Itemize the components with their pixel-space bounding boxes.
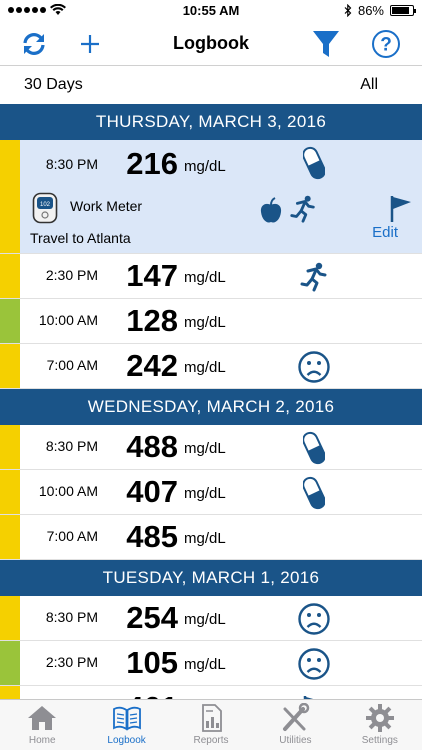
reading-range-indicator [0, 470, 20, 514]
logbook-list[interactable]: THURSDAY, MARCH 3, 2016 8:30 PM 216 mg/dL 10… [0, 104, 422, 699]
filter-icon [313, 31, 339, 57]
entry-time: 10:00 AM [38, 483, 98, 499]
entry-time: 2:30 PM [45, 654, 98, 670]
sad-face-icon [296, 349, 332, 385]
log-entry-row[interactable]: 8:30 PM 254 mg/dL [0, 596, 422, 641]
reading-range-indicator [0, 299, 20, 343]
meter-device-icon: 102 [32, 192, 58, 224]
period-selector[interactable]: 30 Days [24, 76, 83, 94]
log-entry-row[interactable]: 7:00 AM 485 mg/dL [0, 515, 422, 560]
log-entry-row[interactable]: 2:30 PM 147 mg/dL [0, 254, 422, 299]
status-right: 86% [344, 3, 416, 18]
battery-percent: 86% [357, 3, 384, 18]
log-entry-row[interactable]: 8:30 PM 216 mg/dL 102 Work Meter Travel to At… [0, 140, 422, 254]
reading-range-indicator [0, 515, 20, 559]
home-icon [28, 706, 57, 730]
log-entry-row[interactable]: 10:00 AM 407 mg/dL [0, 470, 422, 515]
glucose-value: 254 [126, 600, 178, 635]
day-header: THURSDAY, MARCH 3, 2016 [0, 104, 422, 140]
entry-time: 8:30 PM [45, 609, 98, 625]
tab-settings[interactable]: Settings [338, 700, 422, 750]
svg-text:?: ? [380, 35, 392, 56]
book-icon [112, 706, 141, 731]
tab-settings-label: Settings [361, 735, 398, 746]
glucose-unit: mg/dL [184, 158, 226, 175]
glucose-unit: mg/dL [184, 530, 226, 547]
meter-name: Work Meter [70, 198, 143, 214]
sad-face-icon [296, 646, 332, 682]
svg-text:102: 102 [40, 202, 51, 208]
edit-button[interactable]: Edit [372, 224, 398, 241]
reading-range-indicator [0, 254, 20, 298]
glucose-value: 407 [126, 474, 178, 509]
entry-time: 7:00 AM [46, 528, 98, 544]
battery-icon [390, 5, 416, 16]
help-button[interactable]: ? [368, 26, 404, 62]
filter-row: 30 Days All [0, 66, 422, 104]
day-header: WEDNESDAY, MARCH 2, 2016 [0, 389, 422, 425]
reading-range-indicator [0, 686, 20, 699]
flag-icon [296, 691, 332, 699]
entry-time: 8:30 PM [45, 156, 98, 172]
entry-time: 8:30 PM [45, 438, 98, 454]
status-bar: 10:55 AM 86% [0, 0, 422, 22]
tab-utilities-label: Utilities [279, 735, 312, 746]
log-entry-row[interactable]: 10:00 AM461mg/dL [0, 686, 422, 699]
nav-bar: Logbook ? [0, 22, 422, 66]
report-icon [202, 704, 222, 732]
tab-logbook[interactable]: Logbook [84, 700, 168, 750]
reading-range-indicator [0, 140, 20, 253]
tab-bar: Home Logbook Reports Utilities Settings [0, 699, 422, 750]
tab-reports-label: Reports [193, 735, 229, 746]
glucose-unit: mg/dL [184, 269, 226, 286]
glucose-unit: mg/dL [184, 359, 226, 376]
tools-icon [283, 703, 310, 731]
apple-icon [256, 196, 286, 226]
glucose-unit: mg/dL [184, 485, 226, 502]
glucose-value: 147 [126, 258, 178, 293]
glucose-value: 242 [126, 348, 178, 383]
reading-range-indicator [0, 425, 20, 469]
filter-button[interactable] [308, 26, 344, 62]
log-entry-row[interactable]: 7:00 AM 242 mg/dL [0, 344, 422, 389]
reading-range-indicator [0, 344, 20, 388]
exercise-icon [296, 259, 332, 295]
log-entry-row[interactable]: 2:30 PM 105 mg/dL [0, 641, 422, 686]
glucose-value: 485 [126, 519, 178, 554]
entry-time: 10:00 AM [38, 312, 98, 328]
glucose-unit: mg/dL [184, 440, 226, 457]
glucose-unit: mg/dL [184, 314, 226, 331]
flag-icon [386, 194, 416, 224]
pill-icon [296, 145, 332, 181]
gear-icon [365, 704, 394, 732]
reading-range-indicator [0, 596, 20, 640]
exercise-icon [288, 194, 318, 224]
entry-time: 7:00 AM [46, 357, 98, 373]
glucose-value: 105 [126, 645, 178, 680]
entry-time: 2:30 PM [45, 267, 98, 283]
page-title: Logbook [173, 33, 249, 53]
glucose-value: 216 [126, 146, 178, 181]
tab-logbook-label: Logbook [107, 735, 146, 746]
reading-range-indicator [0, 641, 20, 685]
bluetooth-icon [344, 4, 352, 17]
tab-reports[interactable]: Reports [169, 700, 253, 750]
pill-icon [296, 475, 332, 511]
tab-home[interactable]: Home [0, 700, 84, 750]
glucose-value: 461 [120, 690, 178, 699]
tab-home-label: Home [28, 735, 56, 746]
log-entry-row[interactable]: 8:30 PM 488 mg/dL [0, 425, 422, 470]
help-icon: ? [372, 30, 400, 58]
day-header: TUESDAY, MARCH 1, 2016 [0, 560, 422, 596]
log-entry-row[interactable]: 10:00 AM 128 mg/dL [0, 299, 422, 344]
type-selector[interactable]: All [360, 76, 378, 94]
glucose-unit: mg/dL [184, 611, 226, 628]
glucose-unit: mg/dL [184, 656, 226, 673]
sad-face-icon [296, 601, 332, 637]
pill-icon [296, 430, 332, 466]
glucose-value: 488 [126, 429, 178, 464]
entry-note: Travel to Atlanta [30, 230, 131, 246]
tab-utilities[interactable]: Utilities [253, 700, 337, 750]
glucose-value: 128 [126, 303, 178, 338]
